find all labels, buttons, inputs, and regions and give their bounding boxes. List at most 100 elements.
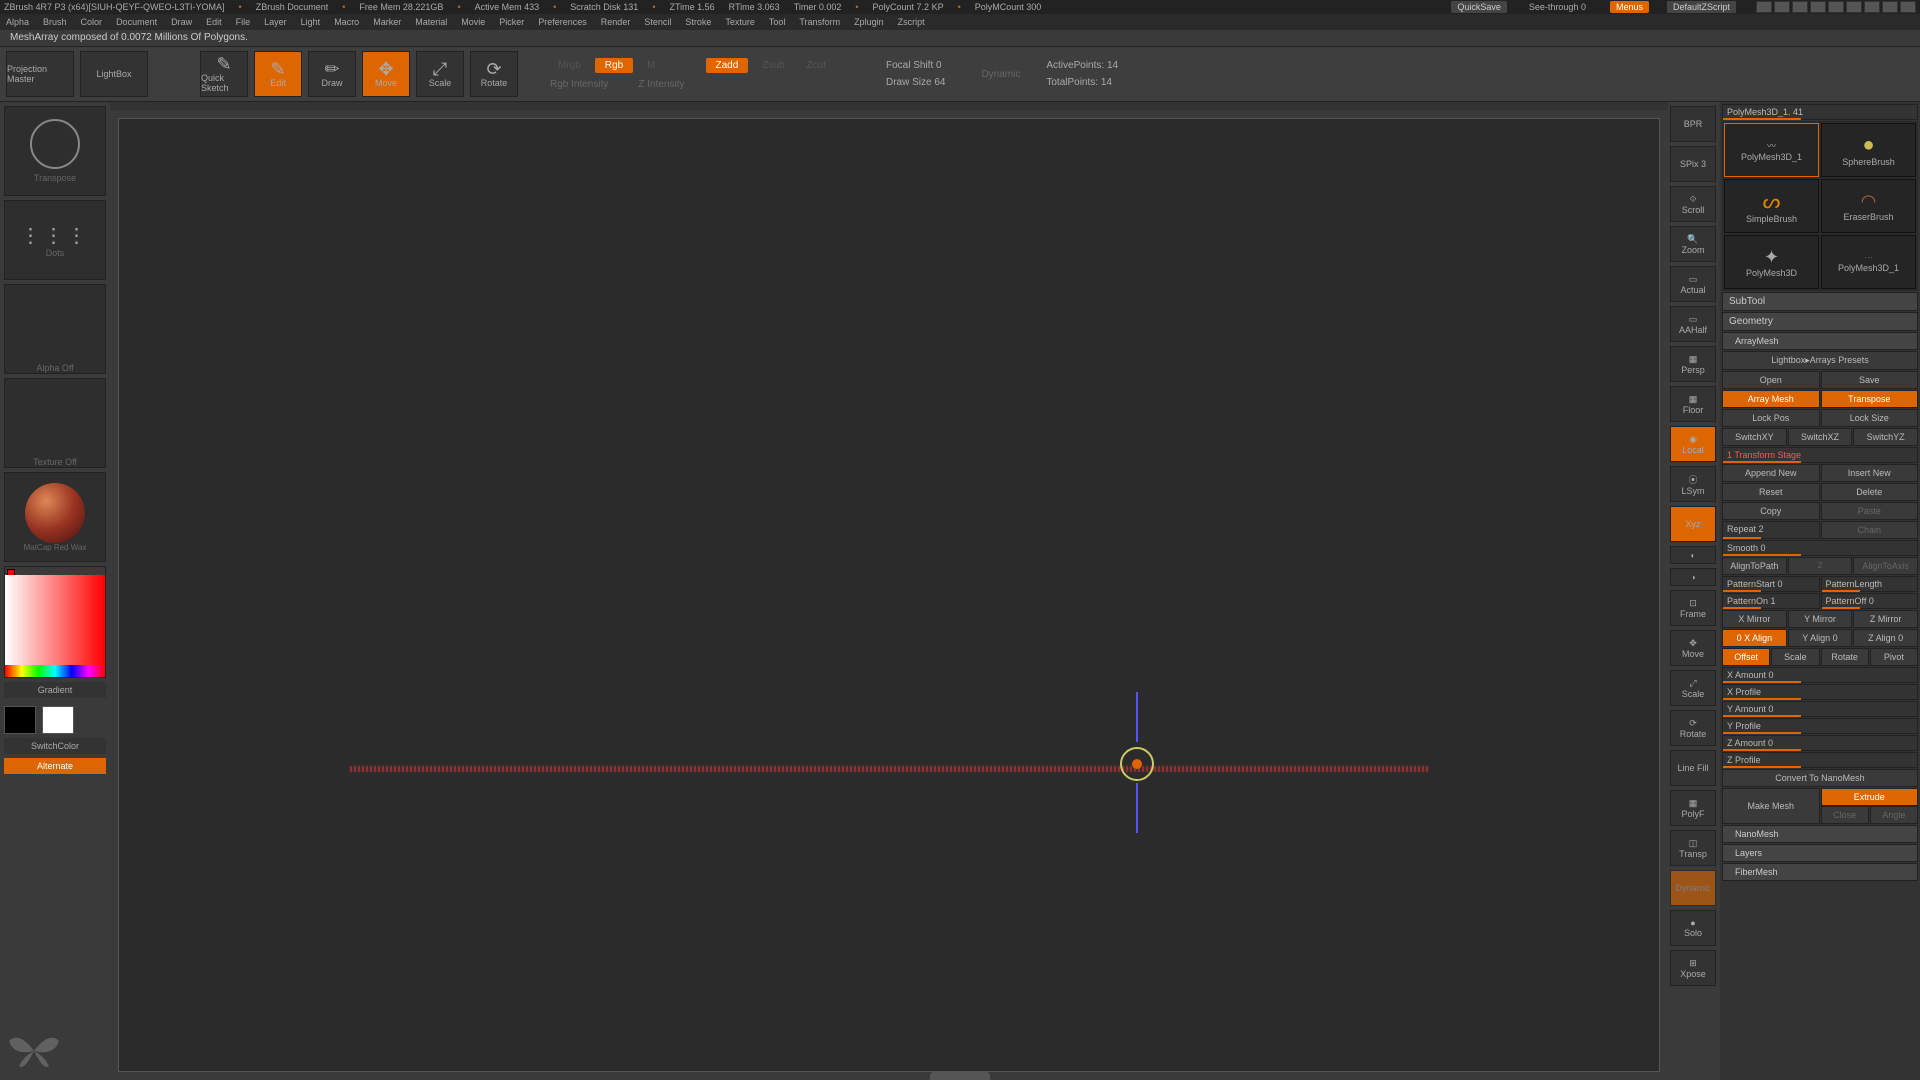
menu-light[interactable]: Light xyxy=(301,17,321,27)
gizmo-ring[interactable] xyxy=(1120,747,1154,781)
lockpos-button[interactable]: Lock Pos xyxy=(1722,409,1820,427)
close-button[interactable]: Close xyxy=(1821,806,1869,824)
window-btn-3[interactable] xyxy=(1792,1,1808,13)
switchcolor-button[interactable]: SwitchColor xyxy=(4,738,106,754)
edit-button[interactable]: ✎Edit xyxy=(254,51,302,97)
gradient-button[interactable]: Gradient xyxy=(4,682,106,698)
menu-material[interactable]: Material xyxy=(415,17,447,27)
zmirror-button[interactable]: Z Mirror xyxy=(1853,610,1918,628)
viewport[interactable] xyxy=(118,118,1660,1072)
zalign-button[interactable]: Z Align 0 xyxy=(1853,629,1918,647)
transform-stage-slider[interactable]: 1 Transform Stage xyxy=(1722,447,1918,463)
alpha-thumbnail[interactable]: Alpha Off xyxy=(4,284,106,374)
draw-size-slider[interactable]: Draw Size 64 xyxy=(886,77,945,88)
rgb-button[interactable]: Rgb xyxy=(595,58,633,73)
stroke-thumbnail[interactable]: ⋮⋮⋮ Dots xyxy=(4,200,106,280)
scale-tab[interactable]: Scale xyxy=(1771,648,1819,666)
menu-preferences[interactable]: Preferences xyxy=(538,17,587,27)
spix-slider[interactable]: SPix 3 xyxy=(1670,146,1716,182)
scroll-button[interactable]: ⟐Scroll xyxy=(1670,186,1716,222)
tool-item-current[interactable]: 〰PolyMesh3D_1 xyxy=(1724,123,1819,177)
hue-slider[interactable] xyxy=(5,665,105,677)
swatch-white[interactable] xyxy=(42,706,74,734)
window-btn-4[interactable] xyxy=(1810,1,1826,13)
switchyz-button[interactable]: SwitchYZ xyxy=(1853,428,1918,446)
solo-button[interactable]: ●Solo xyxy=(1670,910,1716,946)
save-button[interactable]: Save xyxy=(1821,371,1919,389)
dynamic-button[interactable]: Dynamic xyxy=(1670,870,1716,906)
window-btn-2[interactable] xyxy=(1774,1,1790,13)
gizmo-axis-down[interactable] xyxy=(1136,783,1138,833)
menu-zscript[interactable]: Zscript xyxy=(898,17,925,27)
seethrough-slider[interactable]: See-through 0 xyxy=(1529,2,1586,12)
tool-item-eraserbrush[interactable]: ◠EraserBrush xyxy=(1821,179,1916,233)
rgb-intensity-slider[interactable]: Rgb Intensity xyxy=(550,79,608,90)
zsub-button[interactable]: Zsub xyxy=(754,60,792,71)
window-btn-max[interactable] xyxy=(1882,1,1898,13)
menu-texture[interactable]: Texture xyxy=(725,17,755,27)
aahalf-button[interactable]: ▭AAHalf xyxy=(1670,306,1716,342)
polyf-button[interactable]: ▦PolyF xyxy=(1670,790,1716,826)
paste-button[interactable]: Paste xyxy=(1821,502,1919,520)
xmirror-button[interactable]: X Mirror xyxy=(1722,610,1787,628)
switchxz-button[interactable]: SwitchXZ xyxy=(1788,428,1853,446)
bpr-button[interactable]: BPR xyxy=(1670,106,1716,142)
geometry-header[interactable]: Geometry xyxy=(1722,312,1918,331)
pivot-tab[interactable]: Pivot xyxy=(1870,648,1918,666)
transpose-gizmo[interactable] xyxy=(1120,747,1154,781)
menu-marker[interactable]: Marker xyxy=(373,17,401,27)
delete-button[interactable]: Delete xyxy=(1821,483,1919,501)
menu-render[interactable]: Render xyxy=(601,17,631,27)
tool-item-polymesh3d[interactable]: ✦PolyMesh3D xyxy=(1724,235,1819,289)
aligntopath[interactable]: AlignToPath xyxy=(1722,557,1787,575)
floor-button[interactable]: ▦Floor xyxy=(1670,386,1716,422)
menu-alpha[interactable]: Alpha xyxy=(6,17,29,27)
chain-button[interactable]: Chain xyxy=(1821,521,1919,539)
convert-nanomesh-button[interactable]: Convert To NanoMesh xyxy=(1722,769,1918,787)
alternate-button[interactable]: Alternate xyxy=(4,758,106,774)
menu-tool[interactable]: Tool xyxy=(769,17,786,27)
projection-master-button[interactable]: Projection Master xyxy=(6,51,74,97)
arraymesh-toggle[interactable]: Array Mesh xyxy=(1722,390,1820,408)
menu-transform[interactable]: Transform xyxy=(799,17,840,27)
quicksave-button[interactable]: QuickSave xyxy=(1451,1,1507,13)
cam-y-button[interactable]: ◐ xyxy=(1670,546,1716,564)
window-btn-5[interactable] xyxy=(1828,1,1844,13)
dynamic-toggle[interactable]: Dynamic xyxy=(981,69,1020,80)
menus-button[interactable]: Menus xyxy=(1610,1,1649,13)
offset-tab[interactable]: Offset xyxy=(1722,648,1770,666)
switchxy-button[interactable]: SwitchXY xyxy=(1722,428,1787,446)
patternstart-slider[interactable]: PatternStart 0 xyxy=(1722,576,1820,592)
yprofile-slider[interactable]: Y Profile xyxy=(1722,718,1918,734)
window-btn-1[interactable] xyxy=(1756,1,1772,13)
zamount-slider[interactable]: Z Amount 0 xyxy=(1722,735,1918,751)
cam-z-button[interactable]: ◑ xyxy=(1670,568,1716,586)
yalign-button[interactable]: Y Align 0 xyxy=(1788,629,1853,647)
rotate-view-button[interactable]: ⟳Rotate xyxy=(1670,710,1716,746)
makemesh-button[interactable]: Make Mesh xyxy=(1722,788,1820,824)
transp-button[interactable]: ◫Transp xyxy=(1670,830,1716,866)
lightbox-button[interactable]: LightBox xyxy=(80,51,148,97)
swatch-black[interactable] xyxy=(4,706,36,734)
appendnew-button[interactable]: Append New xyxy=(1722,464,1820,482)
move-button[interactable]: ✥Move xyxy=(362,51,410,97)
menu-document[interactable]: Document xyxy=(116,17,157,27)
linefill-button[interactable]: Line Fill xyxy=(1670,750,1716,786)
yamount-slider[interactable]: Y Amount 0 xyxy=(1722,701,1918,717)
window-btn-6[interactable] xyxy=(1846,1,1862,13)
menu-stroke[interactable]: Stroke xyxy=(685,17,711,27)
layers-header[interactable]: Layers xyxy=(1722,844,1918,862)
menu-stencil[interactable]: Stencil xyxy=(644,17,671,27)
menu-brush[interactable]: Brush xyxy=(43,17,67,27)
smooth-slider[interactable]: Smooth 0 xyxy=(1722,540,1918,556)
menu-file[interactable]: File xyxy=(236,17,251,27)
menu-layer[interactable]: Layer xyxy=(264,17,287,27)
defaultzscript-button[interactable]: DefaultZScript xyxy=(1667,1,1736,13)
bottom-shelf-handle[interactable] xyxy=(930,1072,990,1080)
m-button[interactable]: M xyxy=(639,60,663,71)
lsym-button[interactable]: ⦿LSym xyxy=(1670,466,1716,502)
zadd-button[interactable]: Zadd xyxy=(706,58,749,73)
actual-button[interactable]: ▭Actual xyxy=(1670,266,1716,302)
locksize-button[interactable]: Lock Size xyxy=(1821,409,1919,427)
repeat-slider[interactable]: Repeat 2 xyxy=(1722,521,1820,539)
